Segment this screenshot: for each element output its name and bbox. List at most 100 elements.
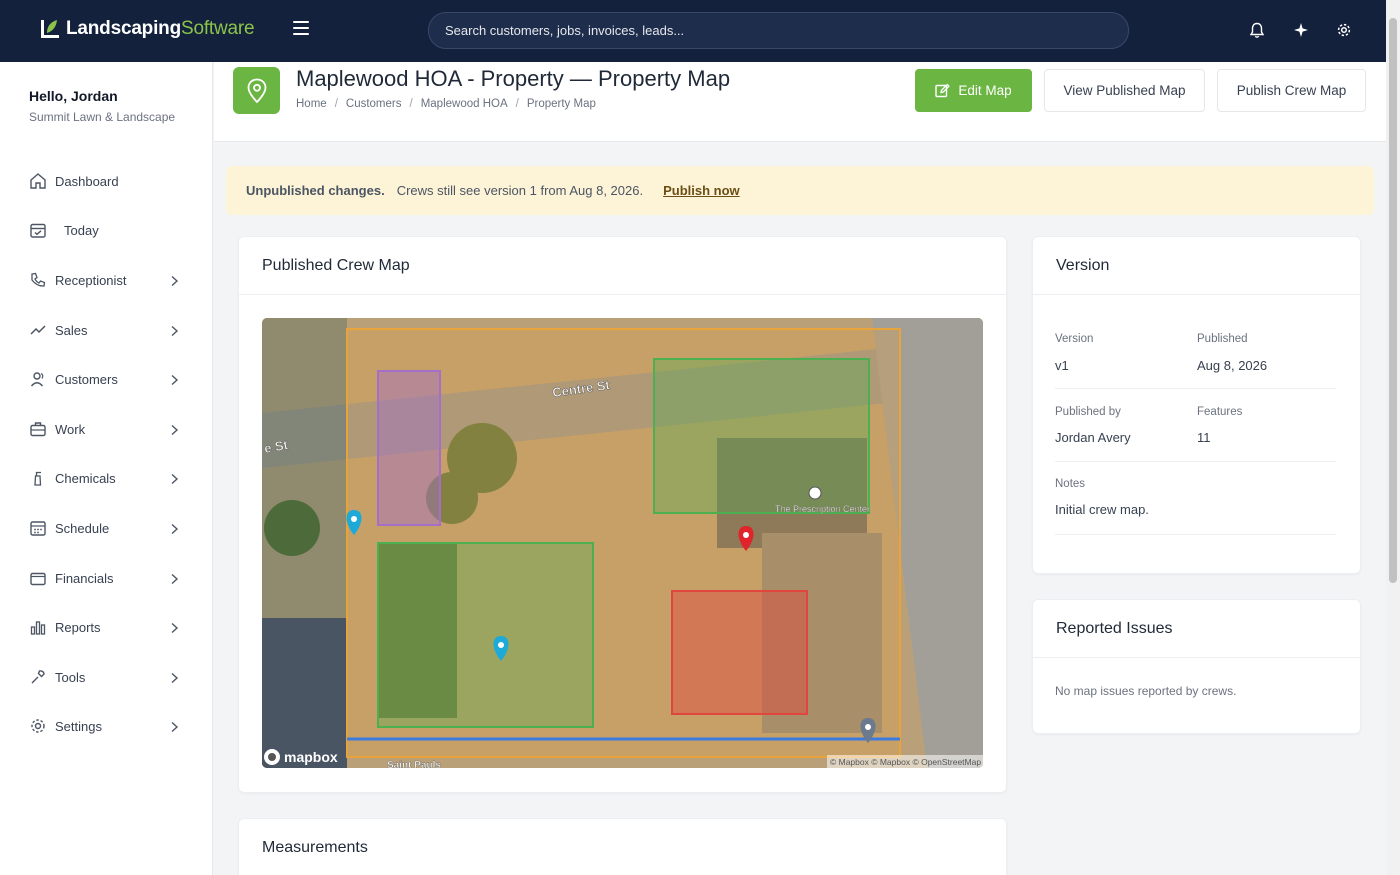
calendar-check-icon (29, 221, 47, 239)
measurements-card-title: Measurements (239, 819, 1006, 875)
unpublished-changes-banner: Unpublished changes. Crews still see ver… (226, 166, 1374, 215)
publish-crew-label: Publish Crew Map (1236, 83, 1347, 98)
edit-map-label: Edit Map (958, 83, 1012, 98)
chevron-right-icon[interactable] (168, 621, 180, 634)
breadcrumb-home[interactable]: Home (296, 98, 327, 110)
features-label: Features (1197, 406, 1243, 418)
sidebar-item-label: Tools (55, 669, 86, 685)
search-placeholder: Search customers, jobs, invoices, leads.… (445, 23, 685, 38)
version-card-title: Version (1033, 237, 1360, 295)
notes-label: Notes (1055, 478, 1086, 490)
brand-sub-text: Software (180, 18, 255, 39)
chevron-right-icon[interactable] (168, 522, 180, 535)
briefcase-icon (29, 420, 47, 438)
banner-text: Crews still see version 1 from Aug 8, 20… (396, 183, 644, 198)
chevron-right-icon[interactable] (168, 324, 180, 337)
chevron-right-icon[interactable] (168, 423, 180, 436)
breadcrumb-current: Property Map (526, 98, 596, 110)
brand-logo[interactable]: Landscaping Software (40, 18, 255, 40)
breadcrumb: Home / Customers / Maplewood HOA / Property… (296, 98, 596, 110)
purple-zone (377, 370, 441, 526)
users-icon (29, 370, 47, 388)
sidebar-item-customers[interactable]: Customers (0, 359, 212, 399)
features-value: 11 (1197, 430, 1211, 445)
leaf-logo-icon (41, 20, 59, 38)
chevron-right-icon[interactable] (168, 373, 180, 386)
hamburger-menu-icon[interactable] (293, 21, 309, 35)
sidebar-item-reports[interactable]: Reports (0, 607, 212, 647)
sidebar-item-dashboard[interactable]: Dashboard (0, 161, 212, 201)
sidebar-item-receptionist[interactable]: Receptionist (0, 260, 212, 300)
sidebar-item-label: Today (64, 222, 99, 238)
chevron-right-icon[interactable] (168, 671, 180, 684)
sidebar-item-chemicals[interactable]: Chemicals (0, 458, 212, 498)
notes-value: Initial crew map. (1055, 502, 1149, 517)
chevron-right-icon[interactable] (168, 472, 180, 485)
sidebar-item-financials[interactable]: Financials (0, 558, 212, 598)
green-zone-south (377, 542, 594, 728)
search-input[interactable]: Search customers, jobs, invoices, leads.… (428, 12, 1129, 49)
breadcrumb-customer[interactable]: Maplewood HOA (421, 98, 508, 110)
page-title: Maplewood HOA - Property — Property Map (296, 66, 731, 91)
sidebar-item-work[interactable]: Work (0, 409, 212, 449)
sidebar-item-label: Chemicals (55, 470, 116, 486)
version-label: Version (1055, 333, 1094, 345)
publish-crew-map-button[interactable]: Publish Crew Map (1217, 69, 1366, 112)
bar-chart-icon (29, 618, 47, 636)
chevron-right-icon[interactable] (168, 572, 180, 585)
sidebar-item-sales[interactable]: Sales (0, 310, 212, 350)
sidebar-item-label: Schedule (55, 520, 110, 536)
calendar-grid-icon (29, 519, 47, 537)
chevron-right-icon[interactable] (168, 274, 180, 287)
company-name: Summit Lawn & Landscape (29, 110, 176, 124)
phone-icon (29, 271, 47, 289)
brand-main-text: Landscaping (66, 18, 181, 39)
sidebar-item-label: Sales (55, 322, 88, 338)
issues-empty-text: No map issues reported by crews. (1055, 684, 1237, 698)
sidebar-item-today[interactable]: Today (0, 210, 212, 250)
gear-icon (29, 717, 47, 735)
sidebar-item-label: Financials (55, 570, 114, 586)
settings-gear-icon[interactable] (1334, 20, 1354, 40)
sidebar-item-schedule[interactable]: Schedule (0, 508, 212, 548)
trend-line-icon (29, 321, 47, 339)
sidebar-item-label: Customers (55, 371, 118, 387)
sidebar-item-tools[interactable]: Tools (0, 657, 212, 697)
home-icon (29, 172, 47, 190)
red-zone (671, 590, 808, 715)
scrollbar-thumb[interactable] (1389, 18, 1397, 583)
user-greeting: Hello, Jordan (29, 88, 118, 104)
sparkle-icon[interactable] (1291, 20, 1311, 40)
published-value: Aug 8, 2026 (1197, 358, 1268, 373)
sidebar-item-settings[interactable]: Settings (0, 706, 212, 746)
edit-map-button[interactable]: Edit Map (915, 69, 1032, 112)
map-canvas: Centre St e St Saint Pauls The Prescript… (262, 318, 983, 768)
top-bar: Landscaping Software Search customers, jo… (0, 0, 1386, 62)
map-pin-icon (233, 67, 280, 114)
map-attribution: © Mapbox © Mapbox © OpenStreetMap (830, 757, 981, 767)
view-published-label: View Published Map (1063, 83, 1186, 98)
divider (1055, 388, 1336, 389)
version-card: Version (1032, 236, 1361, 574)
spray-bottle-icon (29, 469, 47, 487)
publish-now-link[interactable]: Publish now (663, 183, 740, 198)
view-published-map-button[interactable]: View Published Map (1044, 69, 1205, 112)
reported-issues-card: Reported Issues (1032, 599, 1361, 734)
issues-card-title: Reported Issues (1033, 600, 1360, 658)
sidebar-item-label: Dashboard (55, 173, 119, 189)
bell-icon[interactable] (1247, 20, 1267, 40)
divider (1055, 461, 1336, 462)
published-by-label: Published by (1055, 406, 1121, 418)
divider (1055, 534, 1336, 535)
published-label: Published (1197, 333, 1248, 345)
property-map[interactable]: Centre St e St Saint Pauls The Prescript… (262, 318, 983, 768)
wrench-icon (29, 668, 47, 686)
poi-label: The Prescription Center (775, 504, 870, 514)
edit-icon (935, 83, 951, 98)
breadcrumb-customers[interactable]: Customers (346, 98, 402, 110)
wallet-icon (29, 569, 47, 587)
chevron-right-icon[interactable] (168, 720, 180, 733)
street-label-south: Saint Pauls (387, 760, 441, 768)
sidebar-item-label: Receptionist (55, 272, 127, 288)
page-scrollbar[interactable] (1386, 0, 1400, 875)
